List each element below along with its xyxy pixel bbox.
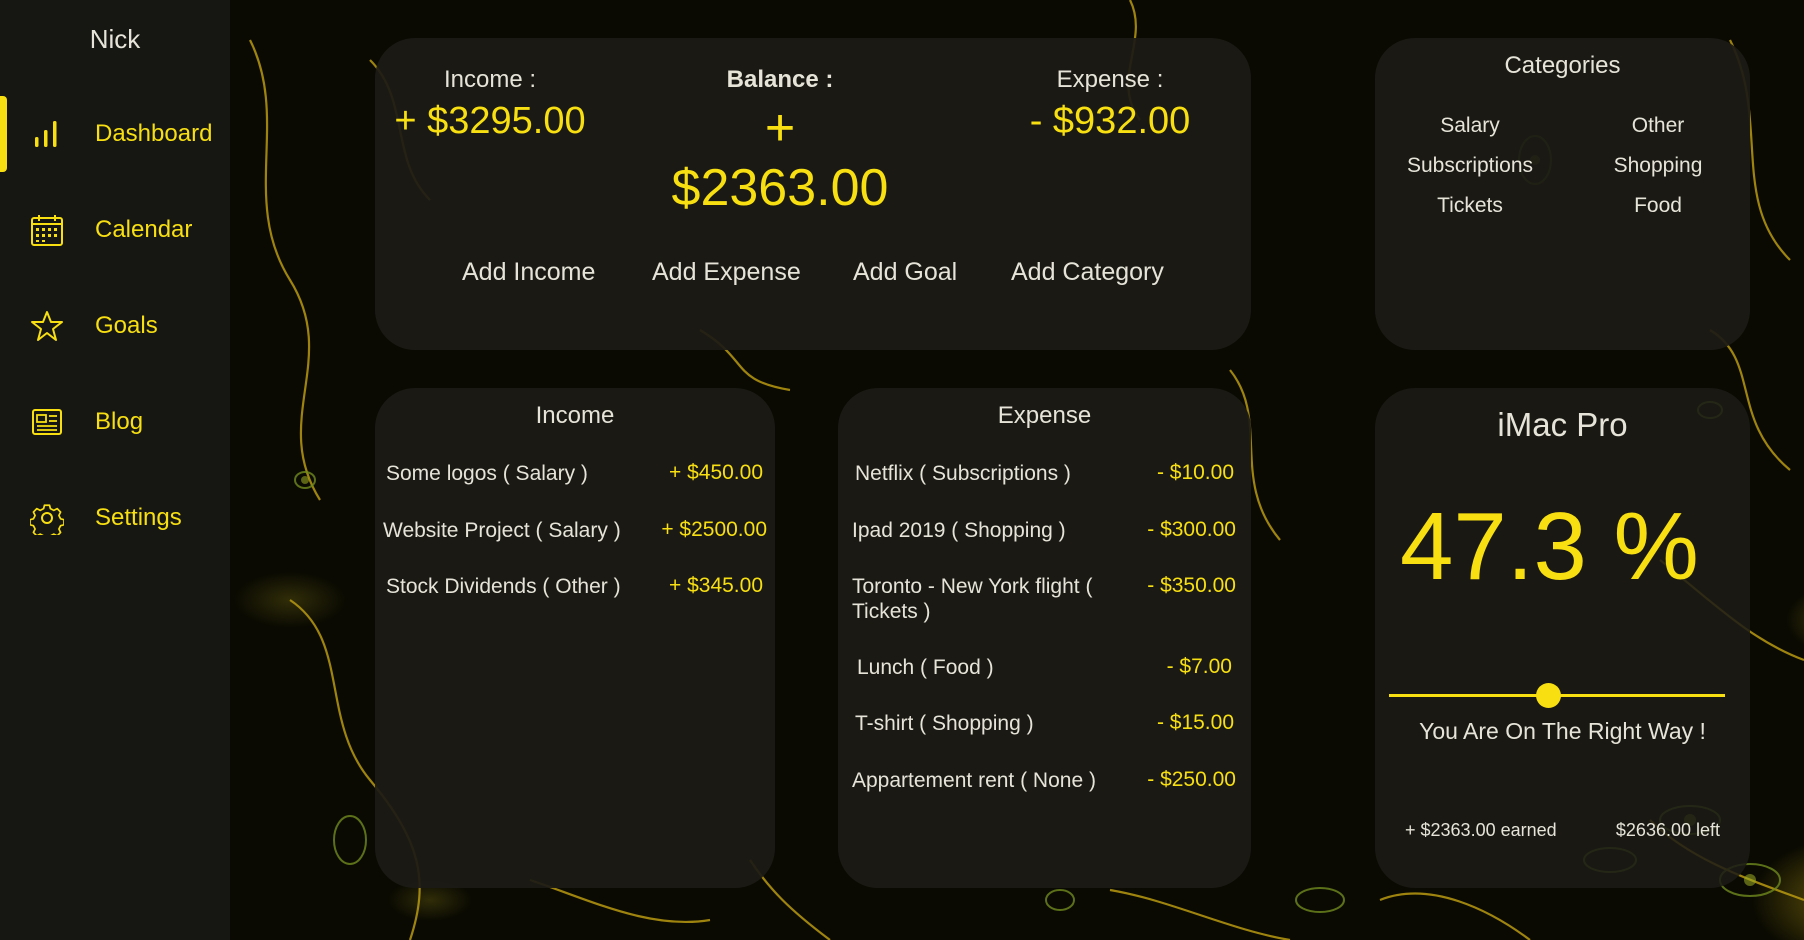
sidebar-item-blog[interactable]: Blog (0, 384, 230, 460)
summary-card: Income : + $3295.00 Balance : + $2363.00… (375, 38, 1251, 350)
star-icon (31, 311, 63, 341)
sidebar-item-label: Settings (95, 504, 182, 531)
calendar-icon (31, 215, 63, 246)
goal-progress-thumb[interactable] (1535, 683, 1561, 708)
categories-card: Categories Salary Other Subscriptions Sh… (1375, 38, 1750, 350)
sidebar: Nick Dashboard Calendar Goals Blog Setti… (0, 0, 230, 940)
expense-row-amount: - $250.00 (1147, 768, 1236, 791)
goal-message: You Are On The Right Way ! (1419, 718, 1706, 744)
income-summary-value: + $3295.00 (394, 100, 586, 142)
expense-summary-label: Expense : (1056, 66, 1164, 93)
balance-label: Balance : (726, 66, 834, 93)
bar-chart-icon (35, 121, 57, 147)
sidebar-item-settings[interactable]: Settings (0, 480, 230, 556)
expense-list-title: Expense (997, 402, 1092, 429)
expense-summary-value: - $932.00 (1029, 100, 1191, 142)
add-income-button[interactable]: Add Income (462, 258, 595, 287)
category-item[interactable]: Food (1563, 194, 1753, 218)
income-row-name: Stock Dividends ( Other ) (386, 575, 621, 598)
category-item[interactable]: Shopping (1563, 154, 1753, 178)
income-summary-label: Income : (443, 66, 537, 93)
expense-row-amount: - $350.00 (1147, 574, 1236, 597)
goal-card: iMac Pro 47.3 % You Are On The Right Way… (1375, 388, 1750, 888)
sidebar-item-label: Goals (95, 312, 158, 339)
add-category-button[interactable]: Add Category (1011, 258, 1164, 287)
category-item[interactable]: Subscriptions (1375, 154, 1565, 178)
sidebar-item-label: Dashboard (95, 120, 213, 147)
user-name: Nick (89, 24, 141, 54)
income-row-name: Website Project ( Salary ) (383, 519, 621, 542)
expense-row-name: Netflix ( Subscriptions ) (855, 462, 1071, 485)
gear-icon (30, 504, 64, 535)
expense-row-amount: - $300.00 (1147, 518, 1236, 541)
add-expense-button[interactable]: Add Expense (652, 258, 801, 287)
income-row-amount: + $345.00 (668, 574, 763, 597)
newspaper-icon (32, 409, 62, 435)
sidebar-item-goals[interactable]: Goals (0, 288, 230, 364)
sidebar-item-calendar[interactable]: Calendar (0, 192, 230, 268)
income-row-amount: + $2500.00 (661, 518, 767, 541)
goal-progress-track (1389, 683, 1725, 708)
add-goal-button[interactable]: Add Goal (853, 258, 957, 287)
category-item[interactable]: Other (1563, 114, 1753, 138)
income-row-name: Some logos ( Salary ) (386, 462, 588, 485)
balance-value: + $2363.00 (671, 99, 889, 217)
goal-left: $2636.00 left (1615, 820, 1720, 840)
goal-title: iMac Pro (1497, 406, 1628, 443)
categories-title: Categories (1504, 52, 1621, 79)
expense-row-name: T-shirt ( Shopping ) (855, 712, 1034, 735)
goal-earned: + $2363.00 earned (1405, 820, 1557, 840)
expense-row-name: Ipad 2019 ( Shopping ) (852, 519, 1066, 542)
income-list-card: Income Some logos ( Salary ) + $450.00 W… (375, 388, 775, 888)
sidebar-item-dashboard[interactable]: Dashboard (0, 96, 230, 172)
income-row-amount: + $450.00 (668, 461, 763, 484)
category-item[interactable]: Salary (1375, 114, 1565, 138)
goal-percent: 47.3 % (1400, 493, 1699, 600)
expense-row-name: Lunch ( Food ) (857, 656, 994, 679)
category-item[interactable]: Tickets (1375, 194, 1565, 218)
expense-row-amount: - $10.00 (1156, 461, 1234, 484)
sidebar-item-label: Calendar (95, 216, 193, 243)
sidebar-item-label: Blog (95, 408, 144, 435)
expense-row-name: Appartement rent ( None ) (852, 769, 1096, 792)
expense-row-amount: - $7.00 (1166, 655, 1232, 678)
expense-list-card: Expense Netflix ( Subscriptions ) - $10.… (838, 388, 1251, 888)
income-list-title: Income (535, 402, 615, 429)
expense-row-amount: - $15.00 (1156, 711, 1234, 734)
expense-row-name: Toronto - New York flight ( Tickets ) (852, 575, 1093, 623)
